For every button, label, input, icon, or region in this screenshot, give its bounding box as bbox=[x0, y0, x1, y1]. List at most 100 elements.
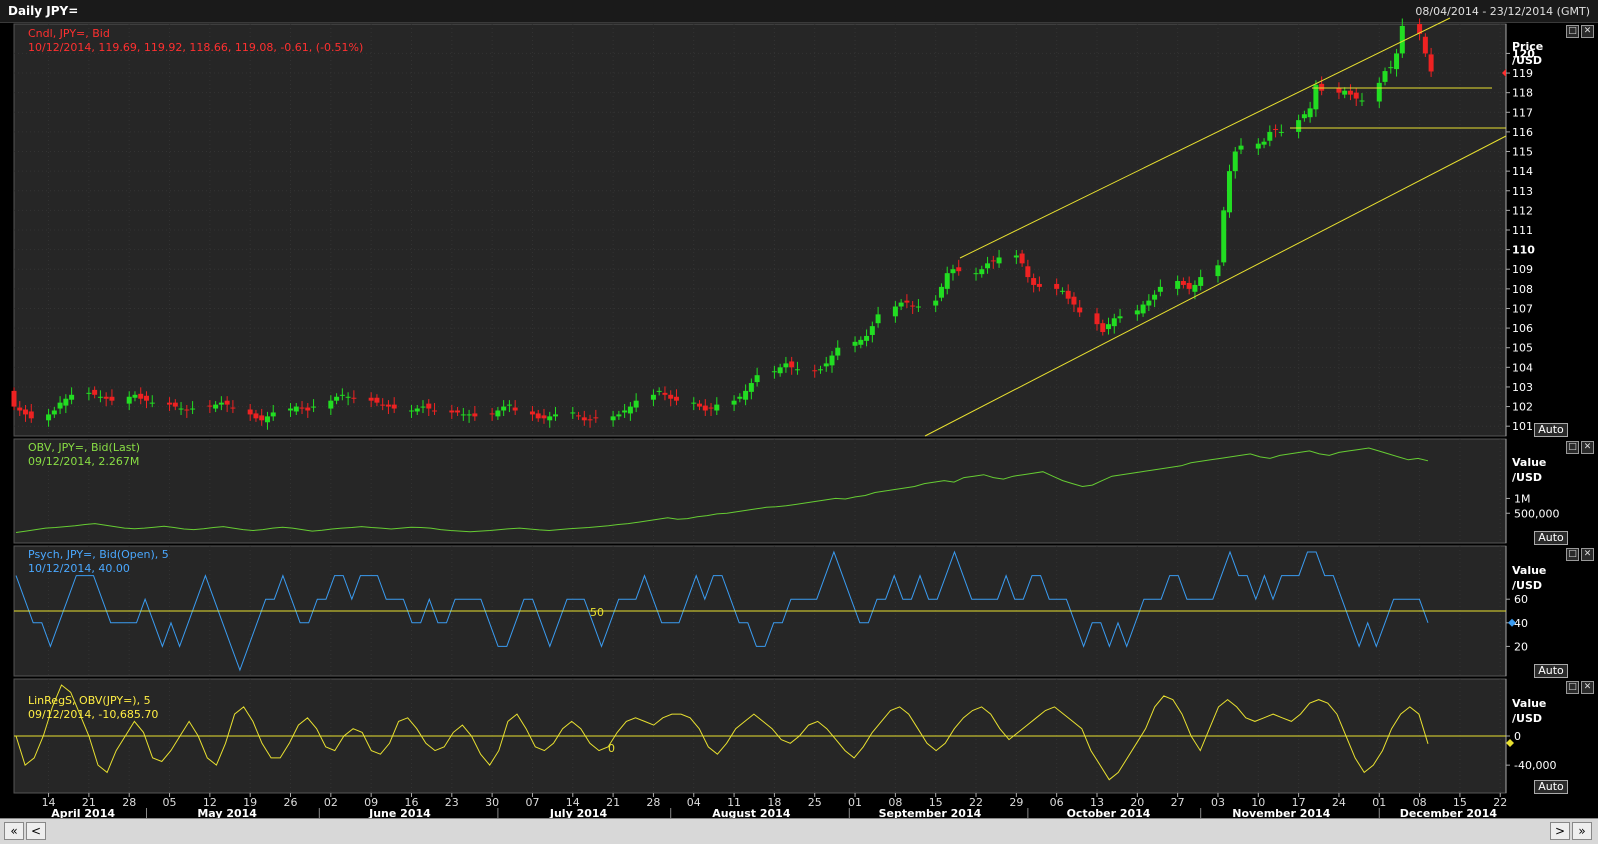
scroll-next-icon[interactable]: > bbox=[1550, 822, 1570, 840]
linreg-tick-label: -40,000 bbox=[1514, 759, 1556, 772]
price-axis-unit: /USD bbox=[1512, 54, 1543, 67]
candle-body bbox=[1094, 313, 1100, 325]
scroll-prev-icon[interactable]: < bbox=[26, 822, 46, 840]
candle-body bbox=[224, 400, 230, 405]
candle-body bbox=[230, 407, 236, 409]
horizontal-scrollbar[interactable]: « < > » bbox=[0, 818, 1598, 844]
candle-body bbox=[1353, 92, 1359, 99]
price-axis-title: Price bbox=[1512, 40, 1544, 53]
candle-body bbox=[1019, 253, 1025, 264]
candle-body bbox=[512, 407, 518, 411]
linreg-auto-button[interactable]: Auto bbox=[1534, 780, 1568, 794]
candle-body bbox=[63, 398, 69, 406]
candle-body bbox=[218, 402, 224, 405]
candle-body bbox=[933, 300, 939, 306]
candle-body bbox=[1394, 53, 1400, 70]
price-maximize-icon[interactable]: □ bbox=[1566, 25, 1579, 38]
candle-body bbox=[1134, 310, 1140, 315]
candle-body bbox=[385, 404, 391, 407]
candle-body bbox=[737, 396, 743, 399]
candle-body bbox=[714, 404, 720, 411]
candle-body bbox=[167, 402, 173, 405]
candle-body bbox=[950, 269, 956, 274]
candle-body bbox=[1013, 255, 1019, 258]
candle-body bbox=[777, 367, 783, 374]
chart-canvas[interactable]: 101 102 103 104 105 106 107 108 109 110 111 112 113 1… bbox=[0, 0, 1598, 843]
candle-body bbox=[103, 396, 109, 399]
candle-body bbox=[1221, 210, 1227, 263]
candle-body bbox=[771, 371, 777, 373]
candle-body bbox=[915, 306, 921, 308]
psych-values: 10/12/2014, 40.00 bbox=[28, 562, 130, 575]
candle-body bbox=[1065, 290, 1071, 299]
price-tick-label: 112 bbox=[1512, 204, 1533, 217]
candle-body bbox=[1399, 25, 1405, 54]
candle-body bbox=[1180, 281, 1186, 285]
candle-body bbox=[46, 414, 52, 421]
psych-tick-label: 40 bbox=[1514, 617, 1528, 630]
candle-body bbox=[570, 412, 576, 414]
price-close-icon[interactable]: ✕ bbox=[1581, 25, 1594, 38]
candle-body bbox=[1146, 300, 1152, 306]
candle-body bbox=[51, 410, 57, 415]
candle-body bbox=[1301, 114, 1307, 119]
candle-body bbox=[1140, 304, 1146, 314]
price-tick-label: 105 bbox=[1512, 342, 1533, 355]
candle-body bbox=[702, 405, 708, 411]
candle-body bbox=[852, 341, 858, 346]
candle-body bbox=[956, 267, 962, 272]
candle-body bbox=[1347, 90, 1353, 95]
candle-body bbox=[253, 413, 259, 419]
obv-maximize-icon[interactable]: □ bbox=[1566, 441, 1579, 454]
candle-body bbox=[86, 392, 92, 394]
candle-body bbox=[1278, 131, 1284, 133]
candle-body bbox=[875, 314, 881, 324]
candle-body bbox=[794, 369, 800, 371]
psych-tick-label: 20 bbox=[1514, 640, 1528, 653]
candle-body bbox=[351, 397, 357, 399]
obv-auto-button[interactable]: Auto bbox=[1534, 531, 1568, 545]
linreg-axis-unit: /USD bbox=[1512, 712, 1543, 725]
x-tick-label: 27 bbox=[1171, 796, 1185, 809]
psych-maximize-icon[interactable]: □ bbox=[1566, 548, 1579, 561]
candle-body bbox=[662, 392, 668, 395]
candle-body bbox=[1186, 282, 1192, 289]
price-tick-label: 106 bbox=[1512, 322, 1533, 335]
candle-body bbox=[408, 410, 414, 412]
candle-body bbox=[97, 396, 103, 398]
candle-body bbox=[506, 404, 512, 406]
x-tick-label: 02 bbox=[324, 796, 338, 809]
scroll-last-icon[interactable]: » bbox=[1572, 822, 1592, 840]
candle-body bbox=[829, 355, 835, 366]
obv-close-icon[interactable]: ✕ bbox=[1581, 441, 1594, 454]
candle-body bbox=[1307, 108, 1313, 118]
x-tick-label: 30 bbox=[485, 796, 499, 809]
candle-body bbox=[264, 416, 270, 423]
candle-body bbox=[299, 407, 305, 409]
linreg-maximize-icon[interactable]: □ bbox=[1566, 681, 1579, 694]
candle-body bbox=[1175, 281, 1181, 289]
candle-body bbox=[501, 406, 507, 411]
candle-body bbox=[109, 396, 115, 401]
scroll-first-icon[interactable]: « bbox=[4, 822, 24, 840]
candle-body bbox=[1273, 128, 1279, 130]
candle-body bbox=[996, 257, 1002, 264]
candle-body bbox=[552, 414, 558, 417]
candle-body bbox=[627, 406, 633, 414]
candle-body bbox=[391, 404, 397, 409]
linreg-close-icon[interactable]: ✕ bbox=[1581, 681, 1594, 694]
psych-auto-button[interactable]: Auto bbox=[1534, 664, 1568, 678]
candle-body bbox=[656, 390, 662, 392]
candle-body bbox=[184, 409, 190, 411]
psych-close-icon[interactable]: ✕ bbox=[1581, 548, 1594, 561]
price-auto-button[interactable]: Auto bbox=[1534, 423, 1568, 437]
price-tick-label: 111 bbox=[1512, 224, 1533, 237]
psych-axis-unit: /USD bbox=[1512, 579, 1543, 592]
candle-body bbox=[132, 394, 138, 398]
x-tick-label: 23 bbox=[445, 796, 459, 809]
candle-body bbox=[28, 411, 34, 419]
candle-body bbox=[938, 286, 944, 298]
candle-body bbox=[541, 415, 547, 419]
candle-body bbox=[426, 403, 432, 409]
candle-body bbox=[743, 390, 749, 400]
